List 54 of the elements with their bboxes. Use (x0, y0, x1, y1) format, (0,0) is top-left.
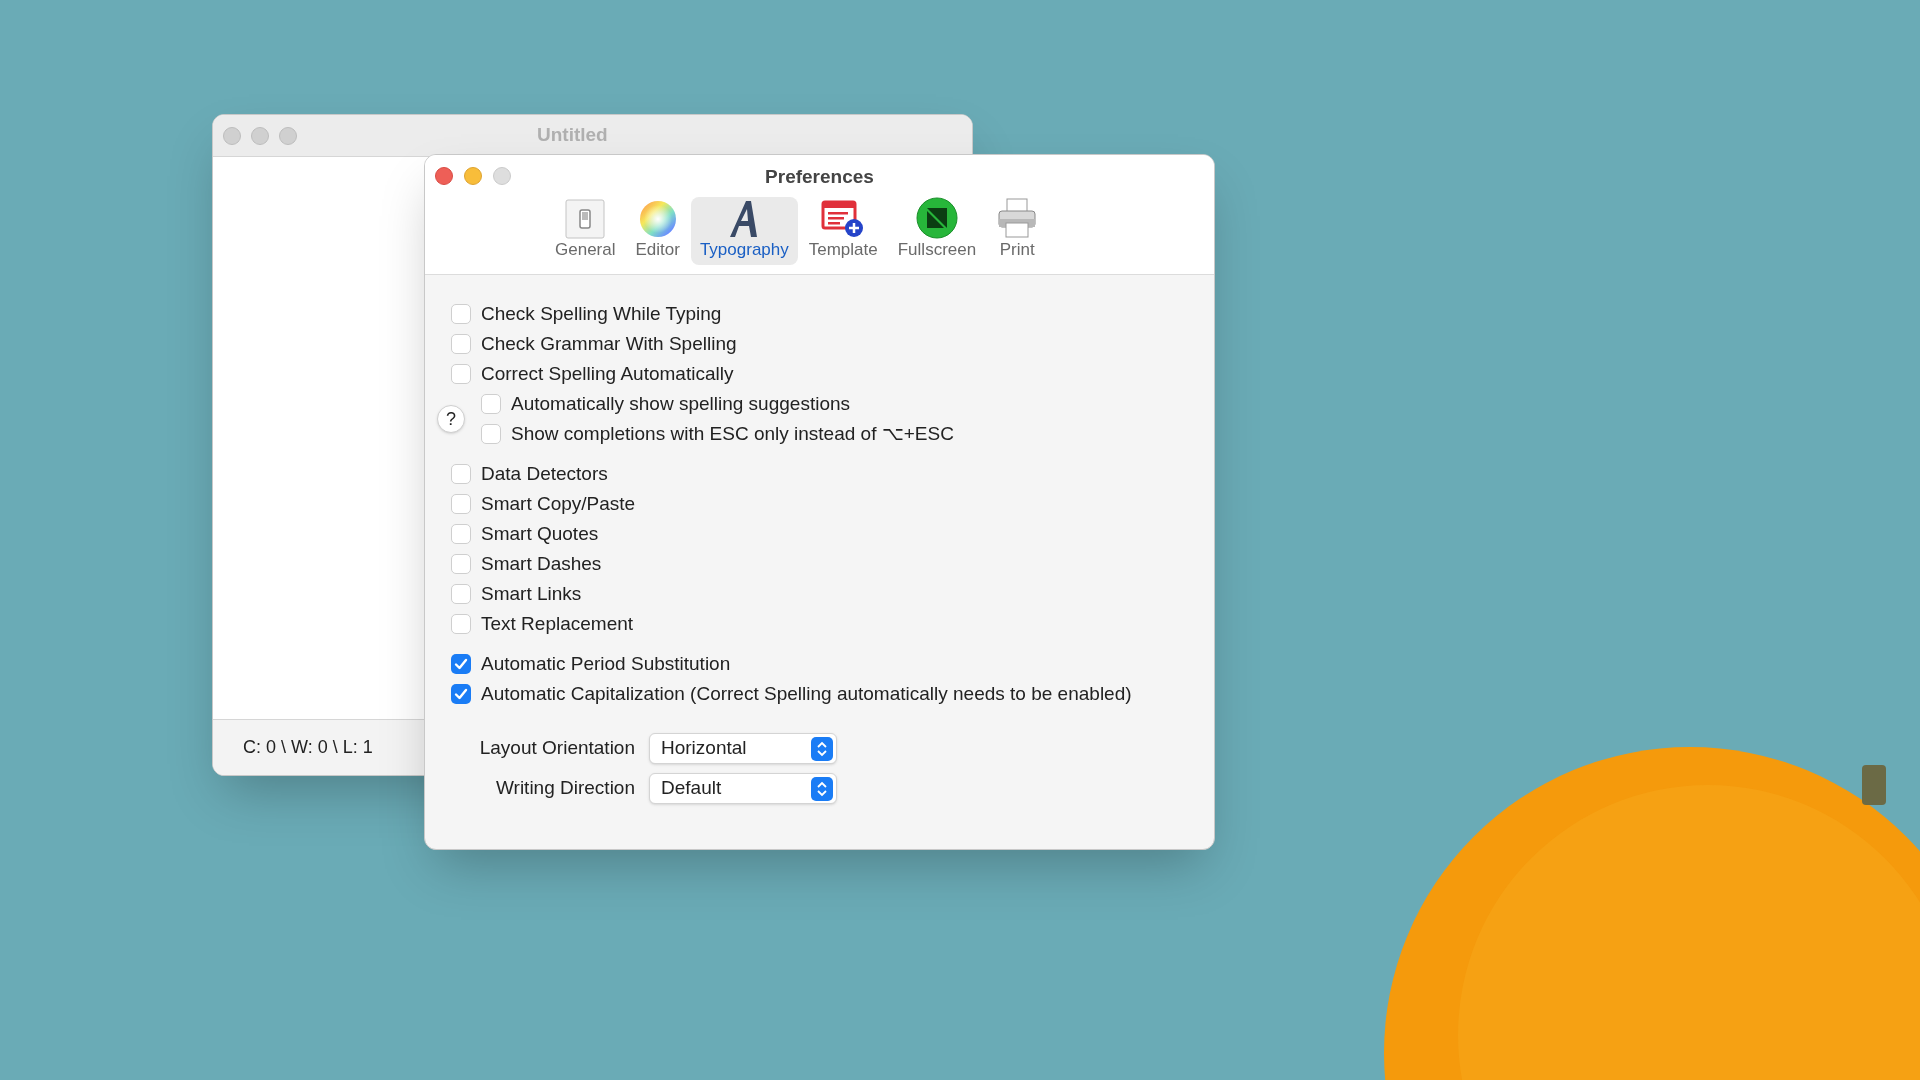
checkmark-icon (454, 687, 468, 701)
checkbox[interactable] (451, 654, 471, 674)
status-text: C: 0 \ W: 0 \ L: 1 (243, 736, 373, 759)
popup-label: Layout Orientation (478, 736, 636, 761)
document-plus-icon (821, 199, 866, 239)
close-button[interactable] (435, 167, 453, 185)
checkbox-label: Smart Dashes (481, 551, 602, 576)
checkbox-label: Smart Copy/Paste (481, 491, 636, 516)
checkbox[interactable] (451, 584, 471, 604)
checkmark-icon (454, 657, 468, 671)
toolbar-tab[interactable]: Editor (626, 197, 689, 265)
checkbox[interactable] (481, 394, 501, 414)
checkbox[interactable] (481, 424, 501, 444)
toolbar-tab[interactable]: Typography (690, 197, 798, 265)
printer-icon (996, 197, 1039, 239)
toolbar-tab[interactable]: Print (987, 197, 1048, 265)
stepper-arrows-icon (811, 776, 833, 801)
checkbox[interactable] (451, 364, 471, 384)
checkbox-label: Automatic Period Substitution (481, 651, 731, 676)
checkbox-label: Check Spelling While Typing (481, 301, 722, 326)
window-title: Untitled (537, 123, 608, 148)
checkbox-label: Correct Spelling Automatically (481, 361, 734, 386)
checkbox-label: Show completions with ESC only instead of ⌥+ESC (511, 421, 954, 446)
checkbox[interactable] (451, 464, 471, 484)
toolbar-tab[interactable]: Template (799, 197, 887, 265)
checkbox-label: Smart Quotes (481, 521, 599, 546)
checkbox[interactable] (451, 554, 471, 574)
checkbox[interactable] (451, 614, 471, 634)
checkbox-label: Data Detectors (481, 461, 608, 486)
minimize-button[interactable] (251, 126, 269, 145)
checkbox-label: Automatic Capitalization (Correct Spelling automatically needs to be enabled) (481, 681, 1132, 706)
stepper-arrows-icon (811, 736, 833, 761)
checkbox[interactable] (451, 334, 471, 354)
popup-button[interactable]: Horizontal (649, 733, 837, 764)
switch-icon (565, 199, 606, 239)
checkbox[interactable] (451, 684, 471, 704)
expand-icon (915, 197, 958, 239)
checkbox[interactable] (451, 304, 471, 324)
toolbar-tab[interactable]: Fullscreen (888, 197, 986, 265)
checkbox-label: Check Grammar With Spelling (481, 331, 737, 356)
popup-label: Writing Direction (494, 776, 636, 801)
checkbox-label: Smart Links (481, 581, 582, 606)
checkbox-label: Automatically show spelling suggestions (511, 391, 850, 416)
checkbox-label: Text Replacement (481, 611, 634, 636)
help-button[interactable]: ? (437, 405, 465, 433)
toolbar-tab[interactable]: General (546, 197, 625, 265)
zoom-button[interactable] (279, 126, 297, 145)
color-wheel-icon (637, 199, 678, 239)
checkbox[interactable] (451, 494, 471, 514)
minimize-button[interactable] (464, 167, 482, 185)
checkbox[interactable] (451, 524, 471, 544)
popup-button[interactable]: Default (649, 773, 837, 804)
zoom-button[interactable] (493, 167, 511, 185)
window-title: Preferences (765, 165, 874, 189)
